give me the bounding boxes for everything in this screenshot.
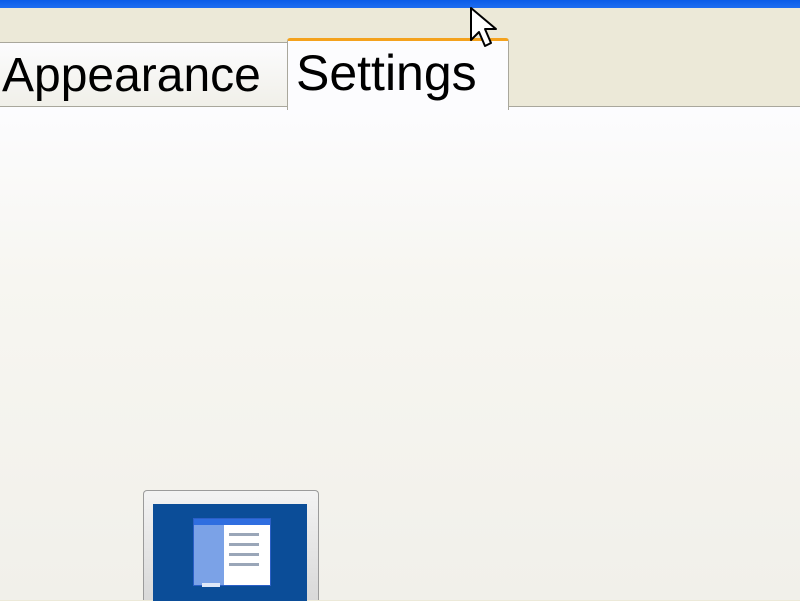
tab-row: Appearance Settings [0,38,800,110]
preview-window-sidebar [194,525,224,587]
preview-window [193,518,271,587]
monitor-preview-screen [153,504,307,601]
tab-appearance-label: Appearance [2,49,261,102]
preview-window-row [229,553,259,556]
settings-panel [0,107,800,600]
preview-sidebar-item [202,583,220,587]
preview-window-row [229,533,259,536]
dialog-top-area [0,8,800,42]
preview-window-row [229,543,259,546]
arrow-cursor-icon [470,7,497,47]
preview-window-row [229,563,259,566]
tab-appearance[interactable]: Appearance [0,42,289,108]
monitor-preview-icon [143,490,319,601]
tab-settings-label: Settings [296,45,477,101]
window-titlebar-edge[interactable] [0,0,800,8]
